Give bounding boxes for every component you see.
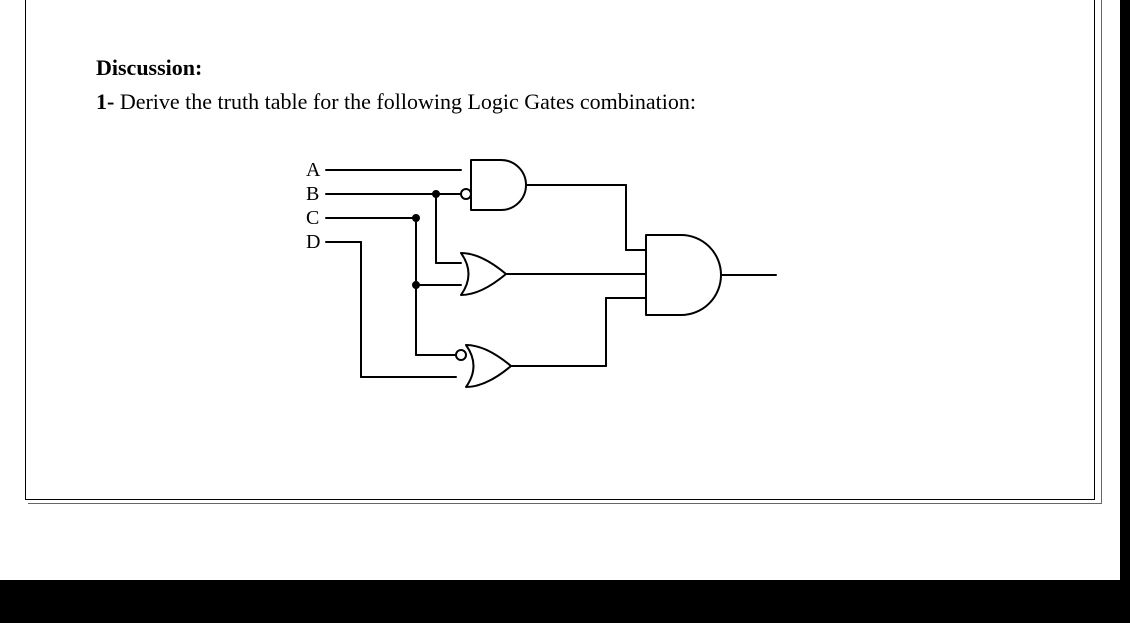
document-page: Discussion: 1- Derive the truth table fo… bbox=[0, 0, 1120, 580]
section-heading: Discussion: bbox=[96, 55, 1094, 81]
gate-middle-or-icon bbox=[461, 253, 531, 295]
gate-final-and-icon bbox=[646, 235, 721, 315]
gate-top-and-invert-b-icon bbox=[461, 160, 526, 210]
input-label-a: A bbox=[306, 159, 320, 182]
logic-circuit-diagram: A B C D bbox=[306, 155, 826, 415]
input-label-c: C bbox=[306, 207, 319, 230]
input-label-d: D bbox=[306, 231, 320, 254]
page-border-inner: Discussion: 1- Derive the truth table fo… bbox=[25, 0, 1095, 500]
question-text: Derive the truth table for the following… bbox=[114, 89, 696, 114]
question-line: 1- Derive the truth table for the follow… bbox=[96, 89, 1094, 115]
content-area: Discussion: 1- Derive the truth table fo… bbox=[26, 0, 1094, 415]
gate-bottom-or-invert-c-icon bbox=[456, 345, 534, 387]
circuit-svg bbox=[306, 155, 826, 415]
question-number: 1- bbox=[96, 89, 114, 114]
input-label-b: B bbox=[306, 183, 319, 206]
